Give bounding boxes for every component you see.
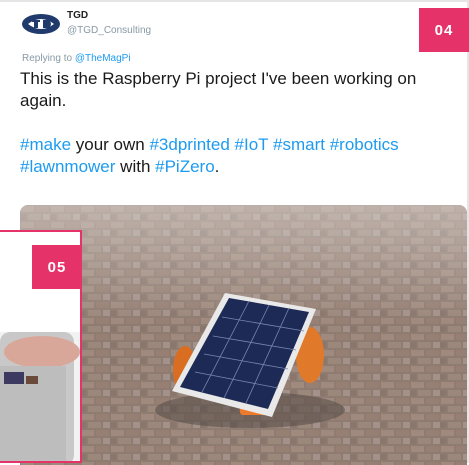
hashtag-link[interactable]: #robotics — [330, 135, 399, 154]
author-handle[interactable]: @TGD_Consulting — [67, 25, 151, 36]
hashtag-link[interactable]: #smart — [273, 135, 325, 154]
replying-to: Replying to @TheMagPi — [22, 53, 131, 64]
tweet-text-segment: . — [214, 157, 220, 176]
tweet-text: This is the Raspberry Pi project I've be… — [20, 68, 440, 200]
replying-prefix: Replying to — [22, 53, 75, 64]
hashtag-link[interactable]: #3dprinted — [149, 135, 229, 154]
tweet-line-2: #make your own #3dprinted #IoT #smart #r… — [20, 134, 440, 178]
rover-photo[interactable] — [20, 205, 467, 465]
tweet-text-segment: with — [115, 157, 156, 176]
tweet-text-segment: your own — [71, 135, 150, 154]
tgd-logo-icon[interactable] — [20, 12, 62, 36]
hashtag-link[interactable]: #lawnmower — [20, 157, 115, 176]
author-name[interactable]: TGD — [67, 10, 88, 21]
hashtag-link[interactable]: #make — [20, 135, 71, 154]
hashtag-link[interactable]: #PiZero — [155, 157, 215, 176]
badge-04: 04 — [419, 8, 469, 52]
replying-to-link[interactable]: @TheMagPi — [75, 53, 131, 64]
inset-photo[interactable] — [0, 332, 80, 463]
badge-05: 05 — [32, 245, 82, 289]
hashtag-link[interactable]: #IoT — [235, 135, 269, 154]
tweet-line-1: This is the Raspberry Pi project I've be… — [20, 69, 417, 110]
